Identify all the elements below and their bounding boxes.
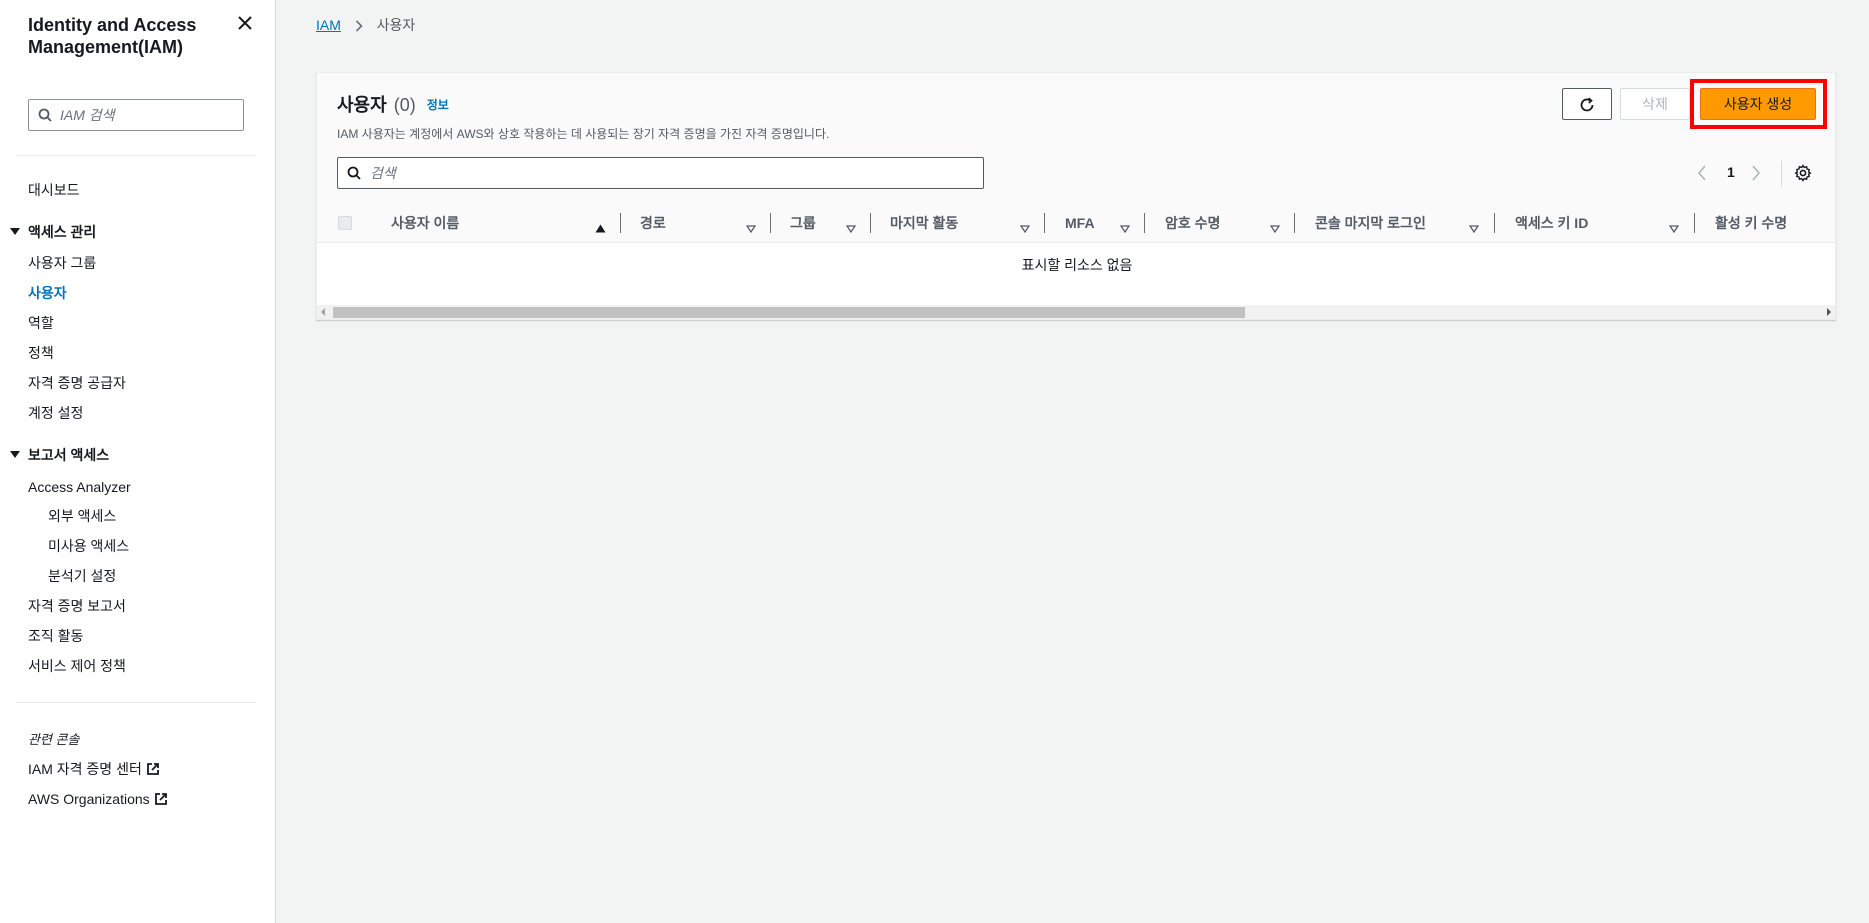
create-user-button[interactable]: 사용자 생성	[1700, 88, 1816, 120]
sidebar-link-identity-center[interactable]: IAM 자격 증명 센터	[28, 760, 160, 778]
sidebar-item-access-analyzer[interactable]: Access Analyzer	[28, 478, 131, 496]
column-header-active-key-age[interactable]: 활성 키 수명	[1715, 203, 1787, 243]
refresh-icon	[1580, 97, 1594, 112]
sidebar-item-analyzer-settings[interactable]: 분석기 설정	[48, 567, 116, 585]
sidebar-item-roles[interactable]: 역할	[28, 314, 54, 332]
chevron-left-icon[interactable]	[1697, 165, 1707, 184]
empty-state-message: 표시할 리소스 없음	[1021, 257, 1133, 273]
column-header-access-key-id[interactable]: 액세스 키 ID	[1515, 203, 1588, 243]
user-count: (0)	[393, 95, 416, 115]
sidebar-link-aws-organizations[interactable]: AWS Organizations	[28, 790, 168, 808]
sort-icon[interactable]	[845, 220, 857, 238]
column-header-user-name[interactable]: 사용자 이름	[391, 203, 459, 243]
sidebar-divider	[16, 702, 256, 703]
sidebar-item-service-control-policies[interactable]: 서비스 제어 정책	[28, 657, 126, 675]
sidebar-item-policies[interactable]: 정책	[28, 344, 54, 362]
column-divider[interactable]	[770, 213, 771, 233]
sidebar-section-access-reports[interactable]: 보고서 액세스	[10, 446, 109, 464]
sidebar-section-label: 액세스 관리	[28, 224, 97, 240]
iam-search-input[interactable]	[60, 105, 236, 125]
related-consoles-label: 관련 콘솔	[28, 732, 80, 747]
column-header-password-age[interactable]: 암호 수명	[1165, 203, 1220, 243]
page-title: 사용자 (0) 정보	[337, 91, 449, 117]
search-icon	[347, 166, 361, 185]
breadcrumb: IAM 사용자	[316, 16, 415, 36]
sidebar-item-unused-access[interactable]: 미사용 액세스	[48, 537, 129, 555]
sidebar-item-external-access[interactable]: 외부 액세스	[48, 507, 116, 525]
column-header-last-activity[interactable]: 마지막 활동	[890, 203, 958, 243]
sidebar-item-organization-activity[interactable]: 조직 활동	[28, 627, 83, 645]
column-divider[interactable]	[1694, 213, 1695, 233]
chevron-right-icon	[355, 18, 363, 36]
chevron-right-icon[interactable]	[1751, 165, 1761, 184]
sidebar-title[interactable]: Identity and Access Management(IAM)	[28, 14, 228, 58]
column-divider[interactable]	[870, 213, 871, 233]
delete-button[interactable]: 삭제	[1620, 88, 1690, 120]
select-all-checkbox[interactable]	[338, 216, 352, 230]
external-link-icon	[154, 793, 167, 805]
search-icon	[38, 108, 52, 127]
sidebar-item-identity-providers[interactable]: 자격 증명 공급자	[28, 374, 126, 392]
gear-icon[interactable]	[1794, 164, 1812, 185]
side-navigation: Identity and Access Management(IAM) 대시보드…	[0, 0, 276, 923]
title-text: 사용자	[337, 95, 387, 115]
users-table-panel: 사용자 (0) 정보 IAM 사용자는 계정에서 AWS와 상호 작용하는 데 …	[316, 72, 1836, 320]
column-divider[interactable]	[1294, 213, 1295, 233]
sidebar-section-label: 보고서 액세스	[28, 447, 110, 463]
sidebar-divider	[16, 155, 256, 156]
panel-header: 사용자 (0) 정보 IAM 사용자는 계정에서 AWS와 상호 작용하는 데 …	[317, 73, 1835, 203]
breadcrumb-current: 사용자	[376, 17, 416, 33]
sidebar-section-access-management[interactable]: 액세스 관리	[10, 223, 96, 241]
iam-search-field[interactable]	[28, 99, 244, 131]
sort-icon[interactable]	[1019, 220, 1031, 238]
horizontal-scrollbar[interactable]	[317, 305, 1835, 319]
sort-icon[interactable]	[1468, 220, 1480, 238]
panel-description: IAM 사용자는 계정에서 AWS와 상호 작용하는 데 사용되는 장기 자격 …	[337, 127, 830, 141]
sort-icon[interactable]	[1119, 220, 1131, 238]
link-label: AWS Organizations	[28, 791, 150, 807]
sidebar-item-users[interactable]: 사용자	[28, 284, 67, 302]
sort-icon[interactable]	[745, 220, 757, 238]
sidebar-item-user-groups[interactable]: 사용자 그룹	[28, 254, 96, 272]
breadcrumb-iam-link[interactable]: IAM	[316, 17, 341, 33]
column-header-path[interactable]: 경로	[640, 203, 666, 243]
caret-down-icon	[10, 228, 20, 235]
sidebar-item-credential-report[interactable]: 자격 증명 보고서	[28, 597, 126, 615]
column-header-groups[interactable]: 그룹	[790, 203, 816, 243]
sidebar-item-account-settings[interactable]: 계정 설정	[28, 404, 83, 422]
refresh-button[interactable]	[1562, 88, 1612, 120]
close-icon[interactable]	[236, 14, 258, 36]
table-header: 사용자 이름 경로 그룹 마지막 활동 MFA 암호 수명 콘솔 마지막 로그인…	[317, 203, 1835, 243]
table-search-field[interactable]	[337, 157, 984, 189]
column-divider[interactable]	[620, 213, 621, 233]
sidebar-item-dashboard[interactable]: 대시보드	[28, 181, 80, 199]
sort-icon[interactable]	[1668, 220, 1680, 238]
info-link[interactable]: 정보	[427, 98, 449, 112]
column-divider[interactable]	[1494, 213, 1495, 233]
scrollbar-thumb[interactable]	[333, 307, 1245, 318]
scroll-left-arrow[interactable]	[321, 308, 325, 316]
column-header-mfa[interactable]: MFA	[1065, 203, 1095, 243]
column-header-console-last-sign-in[interactable]: 콘솔 마지막 로그인	[1315, 203, 1426, 243]
link-label: IAM 자격 증명 센터	[28, 761, 142, 777]
caret-down-icon	[10, 451, 20, 458]
scroll-right-arrow[interactable]	[1827, 308, 1831, 316]
sort-ascending-icon[interactable]	[595, 220, 606, 238]
table-search-input[interactable]	[370, 163, 970, 183]
column-divider[interactable]	[1044, 213, 1045, 233]
page-number[interactable]: 1	[1727, 164, 1735, 180]
sort-icon[interactable]	[1269, 220, 1281, 238]
column-divider[interactable]	[1144, 213, 1145, 233]
pager-divider	[1781, 161, 1782, 187]
external-link-icon	[146, 763, 159, 775]
